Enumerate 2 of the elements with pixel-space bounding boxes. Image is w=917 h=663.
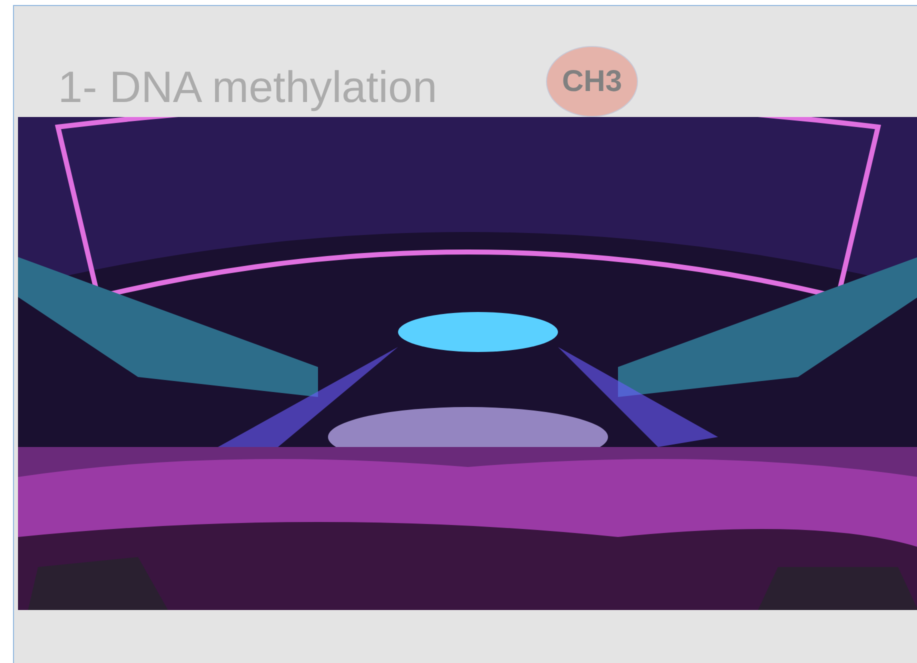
methyl-bubble: CH3 bbox=[546, 46, 638, 117]
slide-heading: 1- DNA methylation bbox=[58, 66, 438, 110]
